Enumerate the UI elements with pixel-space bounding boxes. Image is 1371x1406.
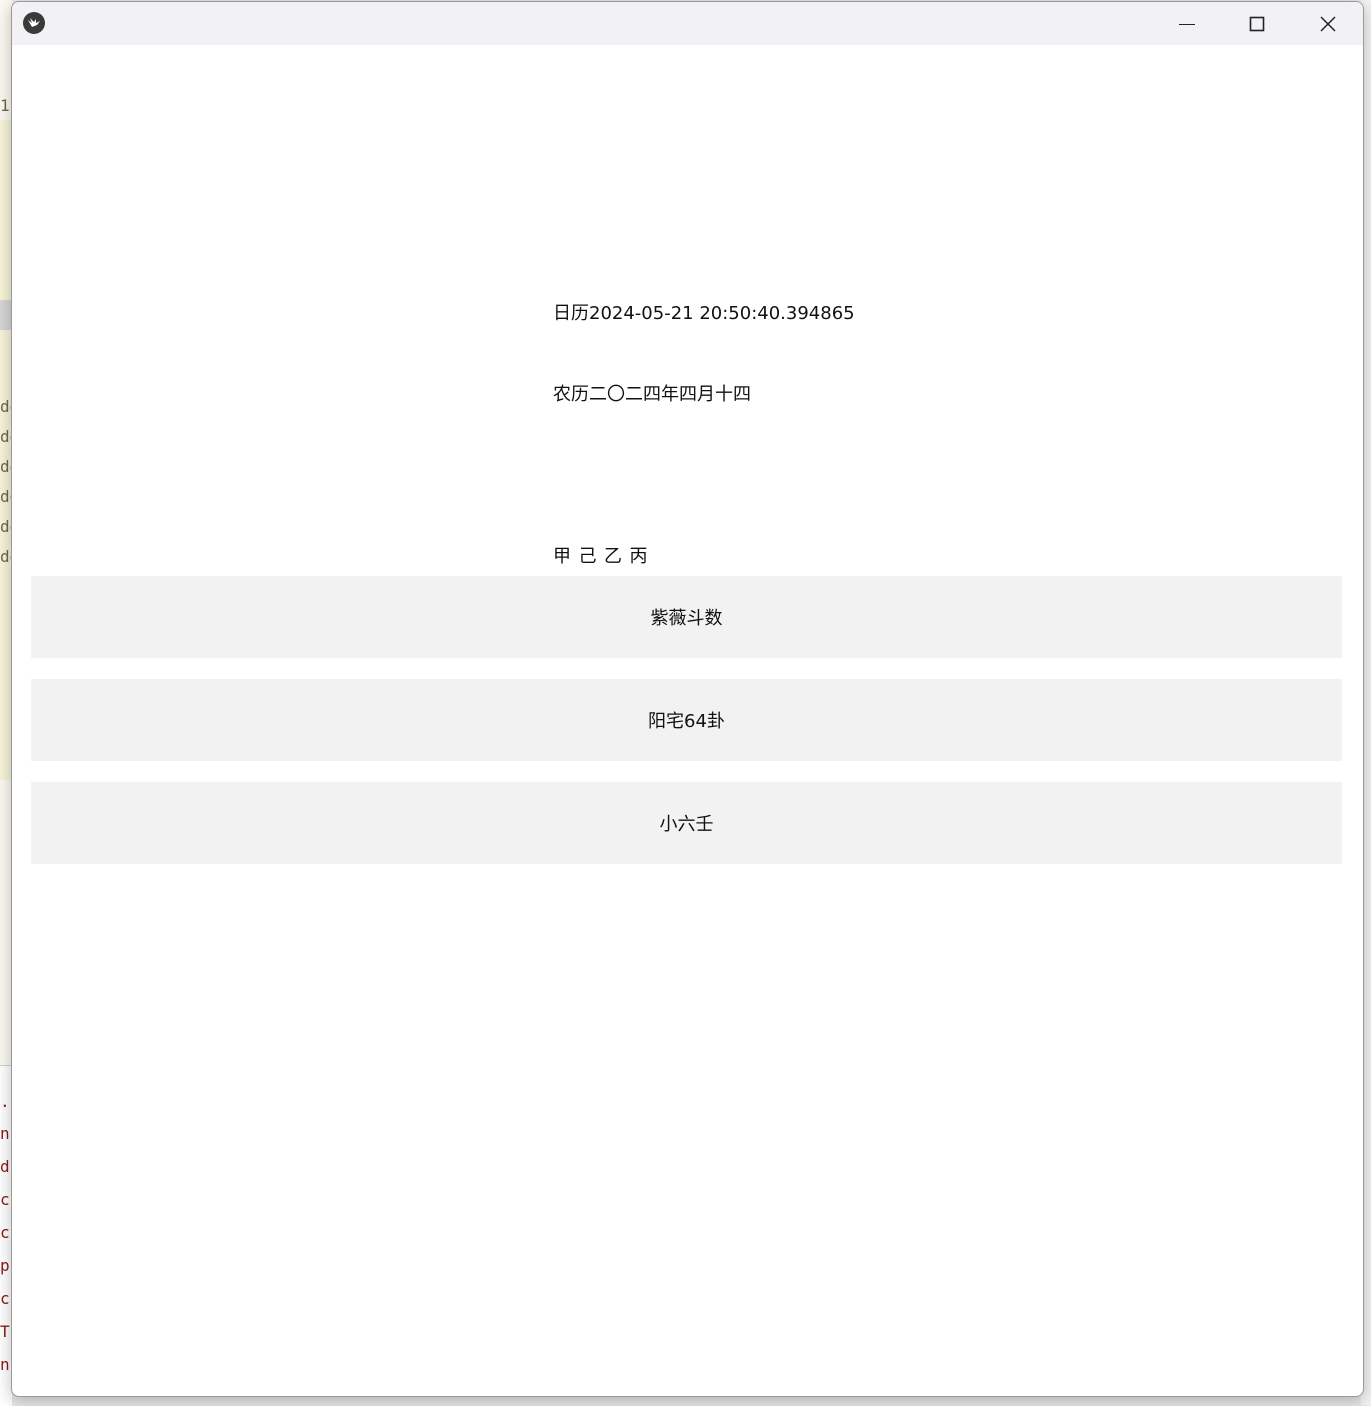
yangzhai-64-gua-button[interactable]: 阳宅64卦 xyxy=(31,679,1342,761)
solar-date-line: 日历2024-05-21 20:50:40.394865 xyxy=(553,303,855,324)
close-button[interactable] xyxy=(1293,2,1363,45)
minimize-icon xyxy=(1179,23,1195,25)
lunar-date-line: 农历二〇二四年四月十四 xyxy=(553,384,751,405)
year-stem: 甲 xyxy=(553,546,571,567)
app-window: 日历2024-05-21 20:50:40.394865 农历二〇二四年四月十四… xyxy=(11,1,1364,1397)
title-bar[interactable] xyxy=(12,2,1363,45)
close-icon xyxy=(1320,15,1336,32)
minimize-button[interactable] xyxy=(1152,2,1222,45)
kivy-app-icon[interactable] xyxy=(23,12,45,34)
day-stem: 乙 xyxy=(604,546,622,567)
xiao-liuren-button[interactable]: 小六壬 xyxy=(31,782,1342,864)
ziwei-doushu-button[interactable]: 紫薇斗数 xyxy=(31,576,1342,658)
hour-stem: 丙 xyxy=(629,546,648,567)
month-stem: 己 xyxy=(578,546,597,567)
heavenly-stems-row: 甲己乙丙 xyxy=(553,543,855,570)
maximize-icon xyxy=(1249,16,1265,31)
maximize-button[interactable] xyxy=(1222,2,1292,45)
